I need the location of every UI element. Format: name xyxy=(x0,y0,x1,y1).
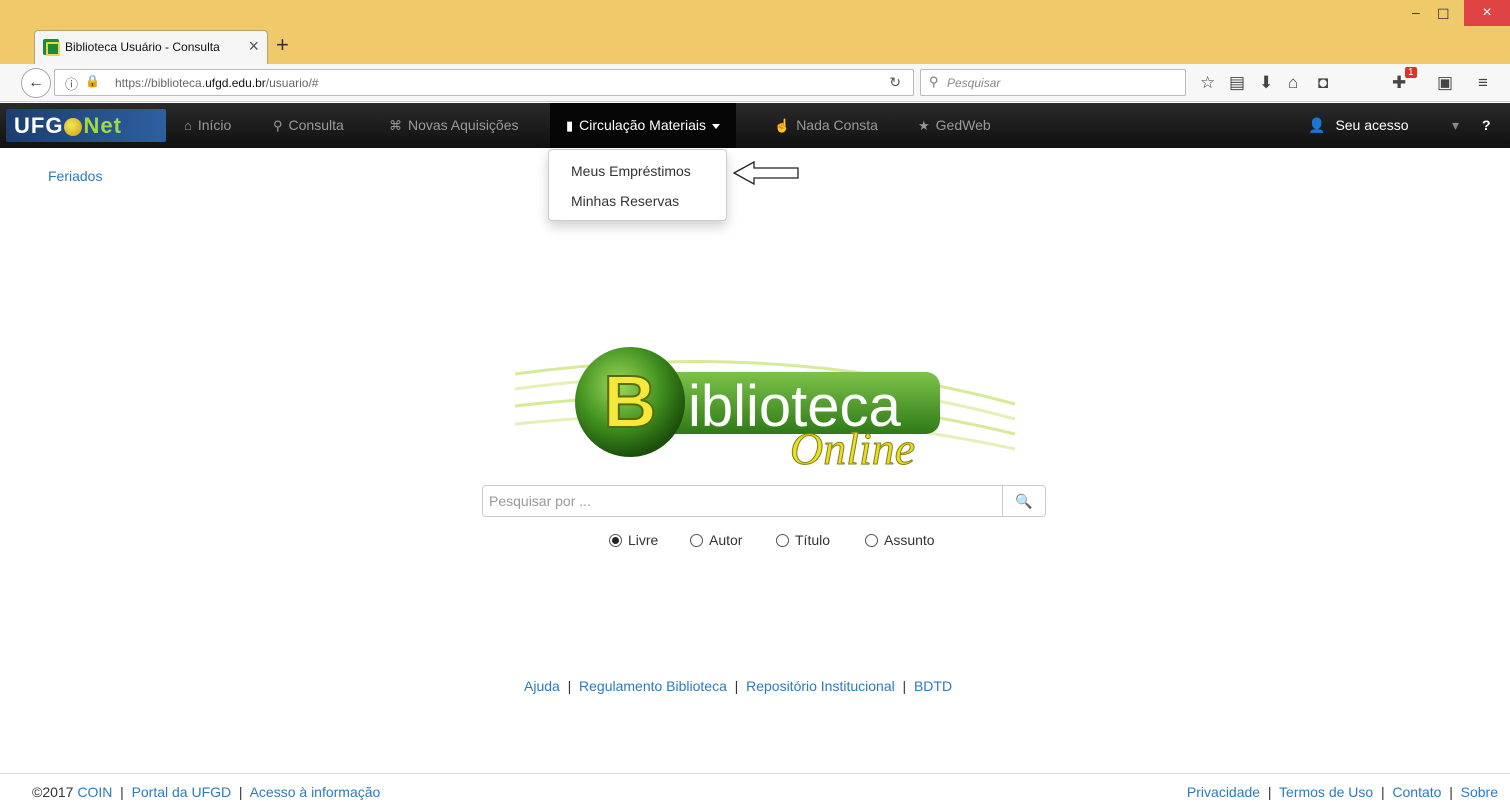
minimize-icon[interactable]: – xyxy=(1412,4,1420,20)
browser-toolbar: ← ⓘ 🔒 https://biblioteca.ufgd.edu.br/usu… xyxy=(0,64,1510,102)
search-icon: 🔍 xyxy=(1015,493,1033,509)
browser-tab[interactable]: Biblioteca Usuário - Consulta × xyxy=(34,30,268,64)
download-icon[interactable]: ⬇ xyxy=(1259,73,1273,93)
nav-consulta[interactable]: ⚲ Consulta xyxy=(273,103,344,148)
footer-link-coin[interactable]: COIN xyxy=(77,784,112,800)
bookmark-star-icon[interactable]: ☆ xyxy=(1200,73,1215,93)
notification-badge: 1 xyxy=(1405,67,1417,78)
thumbs-up-icon: ☝ xyxy=(774,118,791,133)
help-link[interactable]: ? xyxy=(1482,103,1491,148)
chevron-down-icon[interactable]: ▾ xyxy=(1452,103,1459,148)
logo-initial: B xyxy=(603,360,656,443)
menu-item-minhas-reservas[interactable]: Minhas Reservas xyxy=(571,193,679,209)
footer-left: ©2017 COIN | Portal da UFGD | Acesso à i… xyxy=(32,784,381,800)
reload-icon[interactable]: ↻ xyxy=(889,74,901,91)
search-button[interactable]: 🔍 xyxy=(1002,485,1046,517)
maximize-icon[interactable]: ☐ xyxy=(1437,6,1450,23)
url-text: https://biblioteca.ufgd.edu.br/usuario/# xyxy=(115,76,319,90)
globe-icon xyxy=(64,118,83,137)
radio-livre[interactable]: Livre xyxy=(609,532,658,548)
copyright: ©2017 xyxy=(32,784,74,800)
radio-autor[interactable]: Autor xyxy=(690,532,742,548)
link-regulamento[interactable]: Regulamento Biblioteca xyxy=(579,678,727,694)
nav-novas-aquisicoes[interactable]: ⌘ Novas Aquisições xyxy=(389,103,519,148)
circulacao-dropdown: Meus Empréstimos Minhas Reservas xyxy=(548,149,727,221)
feriados-link[interactable]: Feriados xyxy=(48,168,102,184)
favicon-icon xyxy=(43,39,60,56)
new-tab-icon[interactable]: + xyxy=(276,32,289,58)
menu-item-meus-emprestimos[interactable]: Meus Empréstimos xyxy=(571,163,691,179)
tab-title: Biblioteca Usuário - Consulta xyxy=(65,40,220,54)
caret-down-icon xyxy=(711,123,720,129)
search-icon: ⚲ xyxy=(273,118,283,133)
close-tab-icon[interactable]: × xyxy=(248,36,259,57)
star-icon: ★ xyxy=(918,118,930,133)
link-bdtd[interactable]: BDTD xyxy=(914,678,952,694)
back-arrow-icon[interactable]: ← xyxy=(21,68,51,98)
menu-icon[interactable]: ≡ xyxy=(1478,73,1488,93)
user-icon: 👤 xyxy=(1308,117,1326,133)
bookmarks-menu-icon[interactable]: ▤ xyxy=(1229,73,1245,93)
shopping-bag-icon[interactable]: ▣ xyxy=(1437,73,1453,93)
page-footer: ©2017 COIN | Portal da UFGD | Acesso à i… xyxy=(0,773,1510,807)
footer-link-termos[interactable]: Termos de Uso xyxy=(1279,784,1373,800)
home-icon: ⌂ xyxy=(184,118,192,133)
ufgdnet-logo[interactable]: UFG Net xyxy=(6,109,166,142)
browser-titlebar: Biblioteca Usuário - Consulta × + – ☐ × xyxy=(0,0,1510,64)
browser-search-input[interactable]: ⚲ Pesquisar xyxy=(920,69,1186,96)
nav-circulacao-materiais[interactable]: ▮ Circulação Materiais xyxy=(550,103,736,148)
info-icon[interactable]: ⓘ xyxy=(65,74,78,93)
radio-unchecked-icon xyxy=(776,534,789,547)
address-bar[interactable]: ⓘ 🔒 https://biblioteca.ufgd.edu.br/usuar… xyxy=(54,69,914,96)
nav-seu-acesso[interactable]: 👤 Seu acesso xyxy=(1308,103,1409,148)
home-browser-icon[interactable]: ⌂ xyxy=(1288,73,1298,93)
pocket-icon[interactable]: ◘ xyxy=(1318,73,1328,93)
search-placeholder: Pesquisar xyxy=(947,76,1001,90)
footer-right: Privacidade | Termos de Uso | Contato | … xyxy=(1186,784,1498,800)
link-ajuda[interactable]: Ajuda xyxy=(524,678,560,694)
footer-link-portal[interactable]: Portal da UFGD xyxy=(132,784,232,800)
book-icon: ▮ xyxy=(566,118,574,133)
help-links: Ajuda | Regulamento Biblioteca | Reposit… xyxy=(524,678,953,694)
site-navbar: UFG Net ⌂ Início ⚲ Consulta ⌘ Novas Aquisiçõ… xyxy=(0,103,1510,148)
gift-icon: ⌘ xyxy=(389,118,402,133)
footer-link-privacidade[interactable]: Privacidade xyxy=(1187,784,1260,800)
link-repositorio[interactable]: Repositório Institucional xyxy=(746,678,895,694)
radio-unchecked-icon xyxy=(865,534,878,547)
lock-icon: 🔒 xyxy=(85,74,100,88)
radio-titulo[interactable]: Título xyxy=(776,532,830,548)
radio-checked-icon xyxy=(609,534,622,547)
biblioteca-online-logo: B iblioteca Online xyxy=(514,347,1016,474)
footer-link-contato[interactable]: Contato xyxy=(1392,784,1441,800)
catalog-search: 🔍 xyxy=(482,485,1046,517)
footer-link-sobre[interactable]: Sobre xyxy=(1461,784,1498,800)
catalog-search-input[interactable] xyxy=(482,485,1003,517)
close-window-icon[interactable]: × xyxy=(1464,0,1510,26)
radio-unchecked-icon xyxy=(690,534,703,547)
nav-inicio[interactable]: ⌂ Início xyxy=(184,103,231,148)
radio-assunto[interactable]: Assunto xyxy=(865,532,935,548)
logo-script: Online xyxy=(790,423,915,474)
search-icon: ⚲ xyxy=(929,74,939,89)
pointer-arrow-icon xyxy=(732,160,799,186)
footer-link-acesso[interactable]: Acesso à informação xyxy=(250,784,381,800)
nav-gedweb[interactable]: ★ GedWeb xyxy=(918,103,991,148)
nav-nada-consta[interactable]: ☝ Nada Consta xyxy=(774,103,878,148)
